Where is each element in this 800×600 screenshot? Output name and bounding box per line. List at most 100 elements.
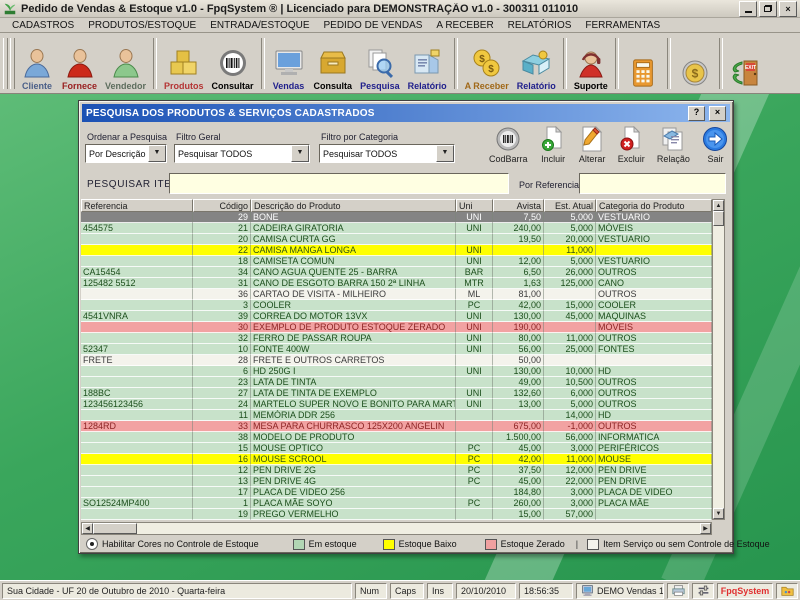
excluir-button[interactable]: Excluir bbox=[618, 125, 645, 164]
table-row[interactable]: 125482 5512 31 CANO DE ESGOTO BARRA 150 … bbox=[81, 278, 712, 289]
status-settings-button[interactable] bbox=[692, 583, 714, 599]
table-row[interactable]: 22 CAMISA MANGA LONGA UNI 11,000 bbox=[81, 245, 712, 256]
enable-colors-radio[interactable] bbox=[86, 538, 98, 550]
alterar-button[interactable]: Alterar bbox=[579, 125, 606, 164]
menu-item[interactable]: FERRAMENTAS bbox=[578, 20, 667, 31]
table-row[interactable]: 454575 21 CADEIRA GIRATORIA UNI 240,00 5… bbox=[81, 223, 712, 234]
toolbar-button-suporte[interactable]: Suporte bbox=[570, 35, 612, 92]
column-header-referencia[interactable]: Referencia bbox=[81, 199, 193, 212]
general-filter-select[interactable]: Pesquisar TODOS ▼ bbox=[174, 144, 310, 163]
table-row[interactable]: 29 BONE UNI 7,50 5,000 VESTUARIO bbox=[81, 212, 712, 223]
menu-item[interactable]: A RECEBER bbox=[429, 20, 500, 31]
table-row[interactable]: 32 FERRO DE PASSAR ROUPA UNI 80,00 11,00… bbox=[81, 333, 712, 344]
table-row[interactable]: 188BC 27 LATA DE TINTA DE EXEMPLO UNI 13… bbox=[81, 388, 712, 399]
order-filter-select[interactable]: Por Descrição ▼ bbox=[85, 144, 167, 163]
table-row[interactable]: 123456123456 24 MARTELO SUPER NOVO E BON… bbox=[81, 399, 712, 410]
column-header-avista[interactable]: Avista bbox=[493, 199, 544, 212]
minimize-button[interactable] bbox=[739, 1, 757, 17]
table-row[interactable]: 3 COOLER PC 42,00 15,000 COOLER bbox=[81, 300, 712, 311]
status-folder-button[interactable] bbox=[776, 583, 798, 599]
relacao-button[interactable]: Relação bbox=[657, 125, 690, 164]
column-header-est-atual[interactable]: Est. Atual bbox=[544, 199, 596, 212]
status-location: Sua Cidade - UF 20 de Outubro de 2010 - … bbox=[2, 583, 352, 599]
category-filter-select[interactable]: Pesquisar TODOS ▼ bbox=[319, 144, 455, 163]
table-row[interactable]: 13 PEN DRIVE 4G PC 45,00 22,000 PEN DRIV… bbox=[81, 476, 712, 487]
column-header-codigo[interactable]: Código bbox=[193, 199, 251, 212]
reference-label: Por Referencia bbox=[519, 180, 579, 190]
svg-text:$: $ bbox=[691, 67, 698, 81]
dialog-help-button[interactable]: ? bbox=[688, 106, 705, 121]
menu-item[interactable]: CADASTROS bbox=[5, 20, 81, 31]
scroll-right-icon[interactable]: ▶ bbox=[700, 523, 711, 534]
toolbar-button-relatorio-receber[interactable]: Relatório bbox=[513, 35, 560, 92]
dialog-action-buttons: CodBarra Incluir Alterar Excluir bbox=[489, 125, 729, 164]
table-row[interactable]: 12 PEN DRIVE 2G PC 37,50 12,000 PEN DRIV… bbox=[81, 465, 712, 476]
service-item-label: Item Serviço ou sem Controle de Estoque bbox=[603, 539, 770, 549]
toolbar-button-sair[interactable]: EXIT bbox=[726, 35, 768, 92]
table-row[interactable]: 18 CAMISETA COMUN UNI 12,00 5,000 VESTUA… bbox=[81, 256, 712, 267]
horizontal-scroll-thumb[interactable] bbox=[93, 523, 137, 534]
column-header-uni[interactable]: Uni bbox=[456, 199, 493, 212]
table-row[interactable]: 1284RD 33 MESA PARA CHURRASCO 125X200 AN… bbox=[81, 421, 712, 432]
scroll-left-icon[interactable]: ◀ bbox=[82, 523, 93, 534]
sair-button[interactable]: Sair bbox=[702, 125, 729, 164]
toolbar-button-fornece[interactable]: Fornece bbox=[58, 35, 101, 92]
table-row[interactable]: 4541VNRA 39 CORREA DO MOTOR 13VX UNI 130… bbox=[81, 311, 712, 322]
vertical-scroll-thumb[interactable] bbox=[713, 211, 724, 226]
chevron-down-icon[interactable]: ▼ bbox=[291, 145, 309, 162]
folder-users-icon bbox=[781, 584, 794, 597]
table-row[interactable]: 36 CARTAO DE VISITA - MILHEIRO ML 81,00 … bbox=[81, 289, 712, 300]
table-row[interactable]: 38 MODELO DE PRODUTO 1.500,00 56,000 INF… bbox=[81, 432, 712, 443]
table-row[interactable]: 15 MOUSE OPTICO PC 45,00 3,000 PERIFÉRIC… bbox=[81, 443, 712, 454]
menu-item[interactable]: RELATÓRIOS bbox=[501, 20, 579, 31]
codbarra-button[interactable]: CodBarra bbox=[489, 125, 528, 164]
toolbar-button-a-receber[interactable]: $$ A Receber bbox=[461, 35, 513, 92]
horizontal-scrollbar[interactable]: ◀ ▶ bbox=[81, 522, 712, 535]
table-row[interactable]: 17 PLACA DE VIDEO 256 184,80 3,000 PLACA… bbox=[81, 487, 712, 498]
toolbar-button-moeda[interactable]: $ bbox=[674, 35, 716, 92]
column-header-descricao[interactable]: Descrição do Produto bbox=[251, 199, 456, 212]
table-row[interactable]: FRETE 28 FRETE E OUTROS CARRETOS 50,00 bbox=[81, 355, 712, 366]
window-titlebar[interactable]: Pedido de Vendas & Estoque v1.0 - FpqSys… bbox=[0, 0, 800, 18]
menu-item[interactable]: PEDIDO DE VENDAS bbox=[317, 20, 430, 31]
table-row[interactable]: 23 LATA DE TINTA 49,00 10,500 OUTROS bbox=[81, 377, 712, 388]
vertical-scrollbar[interactable]: ▲ ▼ bbox=[712, 199, 725, 520]
incluir-button[interactable]: Incluir bbox=[540, 125, 567, 164]
menu-item[interactable]: PRODUTOS/ESTOQUE bbox=[81, 20, 203, 31]
scroll-up-icon[interactable]: ▲ bbox=[713, 200, 724, 211]
table-row[interactable]: CA15454 34 CANO AGUA QUENTE 25 - BARRA B… bbox=[81, 267, 712, 278]
table-row[interactable]: 16 MOUSE SCROOL PC 42,00 11,000 MOUSE bbox=[81, 454, 712, 465]
toolbar-button-pesquisa[interactable]: Pesquisa bbox=[356, 35, 404, 92]
dialog-close-button[interactable]: × bbox=[709, 106, 726, 121]
table-row[interactable]: 52347 10 FONTE 400W UNI 56,00 25,000 FON… bbox=[81, 344, 712, 355]
table-row[interactable]: 20 CAMISA CURTA GG 19,50 20,000 VESTUARI… bbox=[81, 234, 712, 245]
table-row[interactable]: 6 HD 250G I UNI 130,00 10,000 HD bbox=[81, 366, 712, 377]
chevron-down-icon[interactable]: ▼ bbox=[436, 145, 454, 162]
table-row[interactable]: 30 EXEMPLO DE PRODUTO ESTOQUE ZERADO UNI… bbox=[81, 322, 712, 333]
search-item-input[interactable] bbox=[169, 173, 509, 194]
dialog-titlebar[interactable]: PESQUISA DOS PRODUTOS & SERVIÇOS CADASTR… bbox=[82, 104, 730, 122]
column-header-categoria[interactable]: Categoria do Produto bbox=[596, 199, 712, 212]
category-filter-label: Filtro por Categoria bbox=[321, 132, 398, 142]
zero-stock-swatch bbox=[485, 539, 497, 550]
toolbar-button-produtos[interactable]: Produtos bbox=[160, 35, 208, 92]
menu-item[interactable]: ENTRADA/ESTOQUE bbox=[203, 20, 316, 31]
close-button[interactable]: × bbox=[779, 1, 797, 17]
toolbar-button-consulta[interactable]: Consulta bbox=[310, 35, 357, 92]
toolbar-button-vendedor[interactable]: Vendedor bbox=[101, 35, 150, 92]
toolbar-button-vendas[interactable]: Vendas bbox=[268, 35, 310, 92]
chevron-down-icon[interactable]: ▼ bbox=[148, 145, 166, 162]
scroll-down-icon[interactable]: ▼ bbox=[713, 508, 724, 519]
low-stock-swatch bbox=[383, 539, 395, 550]
toolbar-button-cliente[interactable]: Cliente bbox=[16, 35, 58, 92]
toolbar-button-calculadora[interactable] bbox=[622, 35, 664, 92]
status-caps: Caps bbox=[390, 583, 424, 599]
reference-input[interactable] bbox=[579, 173, 726, 194]
table-row[interactable]: SO12524MP400 1 PLACA MÃE SOYO PC 260,00 … bbox=[81, 498, 712, 509]
table-row[interactable]: 19 PREGO VERMELHO 15,00 57,000 bbox=[81, 509, 712, 520]
status-printer-button[interactable] bbox=[667, 583, 689, 599]
restore-button[interactable] bbox=[759, 1, 777, 17]
toolbar-button-relatorio-produtos[interactable]: Relatório bbox=[404, 35, 451, 92]
table-row[interactable]: 11 MEMÓRIA DDR 256 14,000 HD bbox=[81, 410, 712, 421]
toolbar-button-consultar[interactable]: Consultar bbox=[208, 35, 258, 92]
